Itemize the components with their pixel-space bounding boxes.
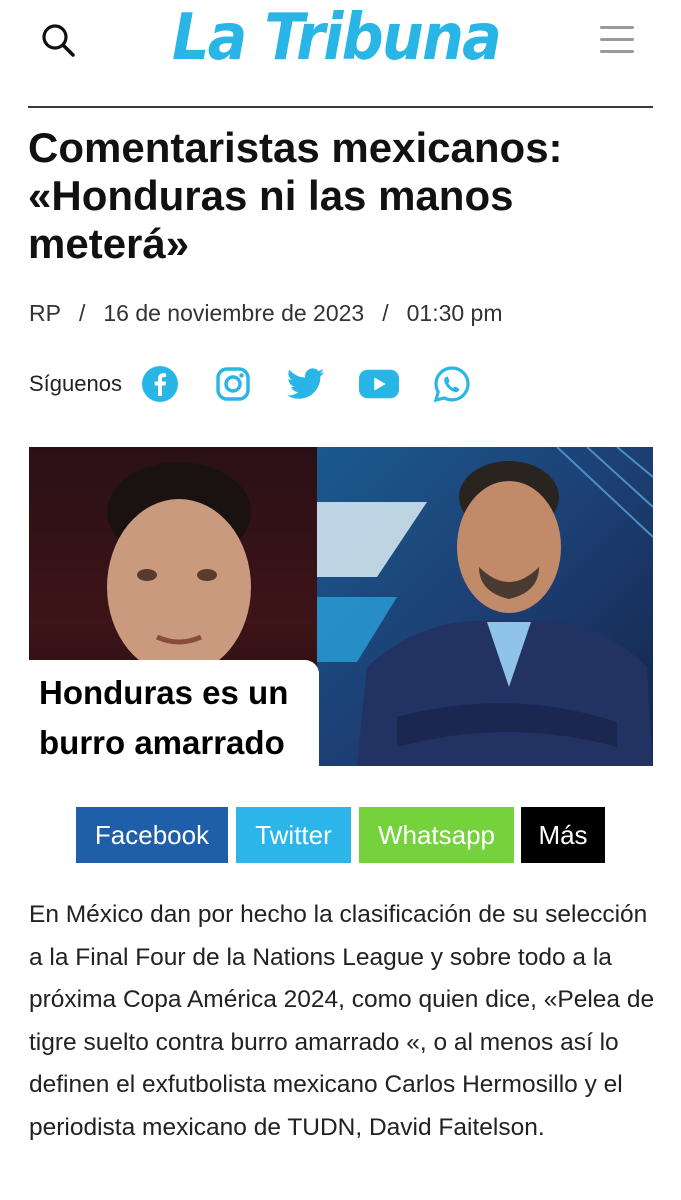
site-header: La Tribuna — [0, 0, 681, 100]
hero-caption: Honduras es un burro amarrado — [29, 660, 319, 766]
article-hero-image: Honduras es un burro amarrado — [29, 447, 653, 766]
share-more-button[interactable]: Más — [521, 807, 605, 863]
meta-separator: / — [382, 300, 389, 326]
share-twitter-button[interactable]: Twitter — [236, 807, 351, 863]
search-button[interactable] — [38, 20, 78, 60]
follow-label: Síguenos — [29, 371, 122, 396]
hamburger-menu-icon — [600, 26, 634, 29]
instagram-icon — [216, 367, 250, 401]
share-whatsapp-button[interactable]: Whatsapp — [359, 807, 514, 863]
caption-line: Honduras es un — [39, 674, 289, 711]
article-date: 16 de noviembre de 2023 — [103, 300, 365, 326]
title-line: «Honduras ni las manos — [28, 172, 514, 219]
share-facebook-button[interactable]: Facebook — [76, 807, 228, 863]
article-body-paragraph: En México dan por hecho la clasificación… — [29, 901, 655, 1141]
whatsapp-follow-button[interactable] — [432, 364, 472, 404]
facebook-follow-button[interactable] — [140, 364, 180, 404]
youtube-icon — [358, 369, 399, 399]
article-title: Comentaristas mexicanos: «Honduras ni la… — [28, 124, 653, 268]
title-line: meterá» — [28, 220, 190, 267]
youtube-follow-button[interactable] — [358, 364, 399, 404]
header-divider — [28, 106, 653, 108]
hamburger-menu-button[interactable] — [600, 26, 634, 54]
meta-separator: / — [78, 300, 86, 326]
hamburger-line — [600, 38, 634, 41]
hamburger-line — [600, 50, 634, 53]
person-photo — [317, 447, 653, 766]
whatsapp-icon — [433, 366, 470, 403]
instagram-follow-button[interactable] — [213, 364, 253, 404]
site-logo[interactable]: La Tribuna — [172, 2, 502, 74]
follow-us-bar: Síguenos — [29, 364, 505, 404]
facebook-icon — [141, 366, 178, 402]
article-meta: RP / 16 de noviembre de 2023 / 01:30 pm — [29, 300, 503, 327]
title-line: Comentaristas mexicanos: — [28, 124, 563, 171]
twitter-follow-button[interactable] — [286, 364, 326, 404]
caption-line: burro amarrado — [39, 724, 285, 761]
search-icon — [42, 24, 75, 57]
twitter-icon — [286, 368, 325, 399]
article-time: 01:30 pm — [406, 300, 503, 326]
article-author[interactable]: RP — [29, 300, 61, 326]
hero-photo-right — [317, 447, 653, 766]
